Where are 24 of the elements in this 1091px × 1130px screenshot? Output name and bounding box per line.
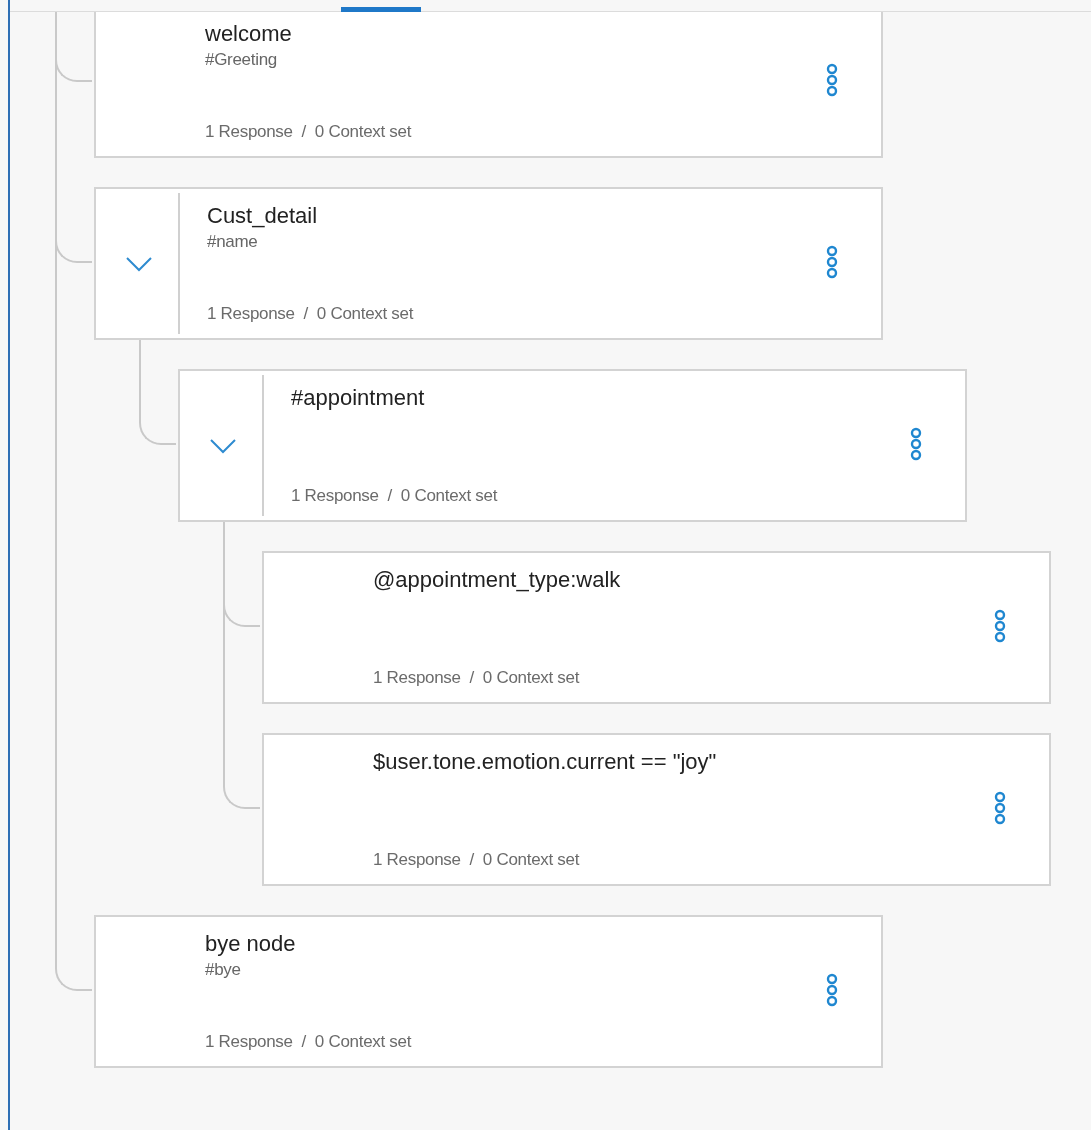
- node-title: #appointment: [291, 384, 426, 412]
- dialog-node-card[interactable]: #appointment 1 Response / 0 Context set: [178, 369, 967, 522]
- chevron-down-icon: [210, 437, 236, 454]
- node-title: @appointment_type:walk: [373, 566, 622, 594]
- node-title: Cust_detail: [207, 202, 319, 230]
- node-condition: #name: [207, 231, 259, 253]
- dialog-node-card[interactable]: bye node #bye 1 Response / 0 Context set: [94, 915, 883, 1068]
- node-condition: #bye: [205, 959, 242, 981]
- node-summary: 1 Response / 0 Context set: [373, 850, 581, 870]
- node-condition: #Greeting: [205, 49, 278, 71]
- node-title: welcome: [205, 20, 293, 48]
- dialog-node-card[interactable]: Cust_detail #name 1 Response / 0 Context set: [94, 187, 883, 340]
- dialog-node-card[interactable]: $user.tone.emotion.current == "joy" 1 Response / 0 Context set: [262, 733, 1051, 886]
- expand-toggle[interactable]: [126, 255, 152, 272]
- dialog-node-card[interactable]: @appointment_type:walk 1 Response / 0 Context set: [262, 551, 1051, 704]
- node-title: $user.tone.emotion.current == "joy": [373, 748, 718, 776]
- node-title: bye node: [205, 930, 297, 958]
- chevron-down-icon: [126, 255, 152, 272]
- node-summary: 1 Response / 0 Context set: [291, 486, 499, 506]
- node-summary: 1 Response / 0 Context set: [205, 122, 413, 142]
- expand-toggle[interactable]: [210, 437, 236, 454]
- node-summary: 1 Response / 0 Context set: [207, 304, 415, 324]
- node-summary: 1 Response / 0 Context set: [373, 668, 581, 688]
- node-summary: 1 Response / 0 Context set: [205, 1032, 413, 1052]
